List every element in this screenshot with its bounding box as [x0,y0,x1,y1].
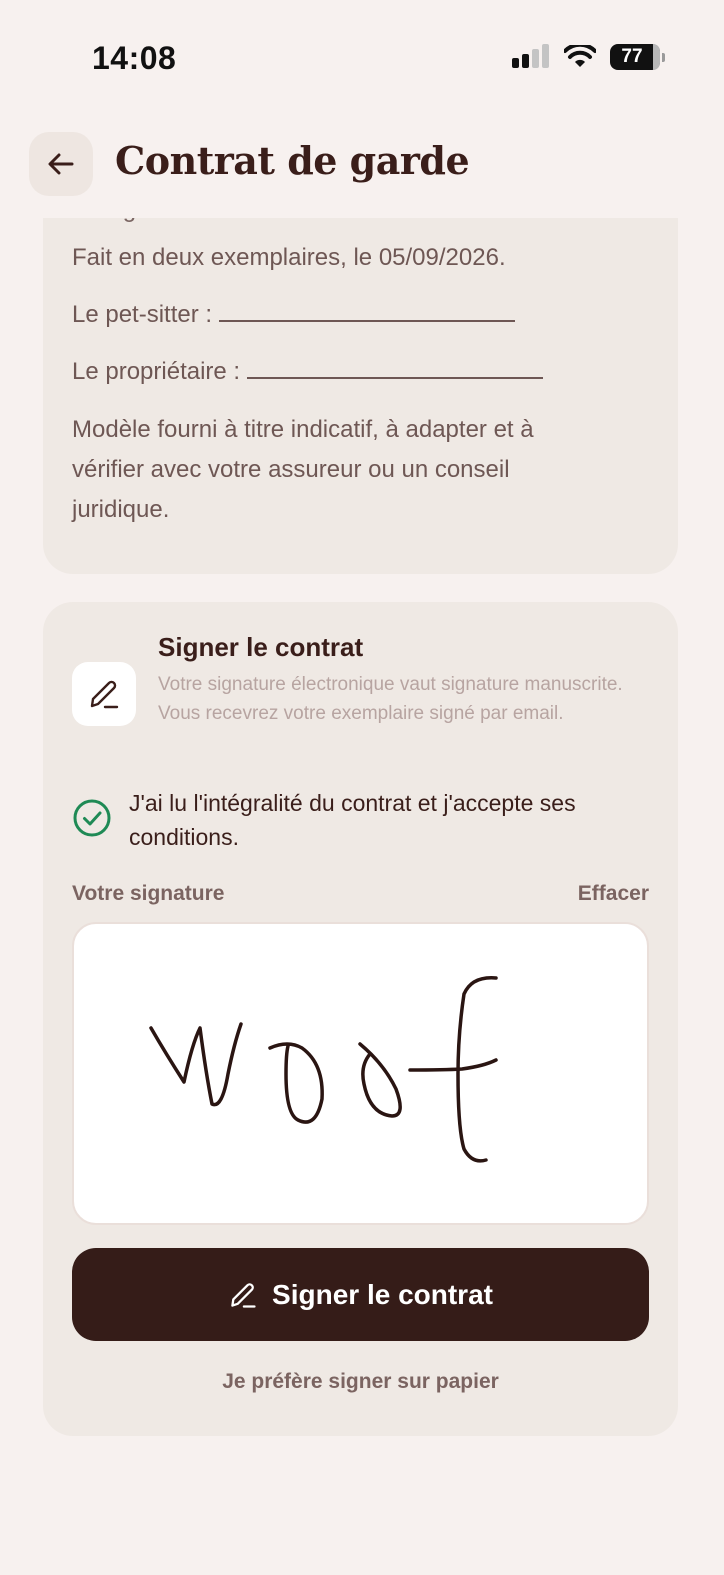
owner-label: Le propriétaire : [72,358,241,385]
status-icons: 77 [512,44,665,70]
sitter-label: Le pet-sitter : [72,301,213,328]
sign-title: Signer le contrat [158,632,364,662]
battery-icon: 77 [610,44,665,70]
owner-signature-line: Le propriétaire : [72,352,543,392]
pen-icon-box [72,662,136,726]
pen-icon [231,1282,256,1308]
sign-description: Votre signature électronique vaut signat… [158,674,623,724]
signature-drawing [149,976,498,1163]
owner-blank-line [246,353,543,379]
clear-signature-button[interactable]: Effacer [578,882,649,906]
status-time: 14:08 [92,40,177,76]
status-bar: 14:08 77 [0,0,724,118]
arrow-left-icon [48,153,74,175]
battery-level: 77 [621,46,643,67]
signature-pad[interactable] [72,922,649,1225]
cellular-signal-icon [512,44,550,70]
contract-made-in: Fait en deux exemplaires, le 05/09/2026. [72,244,506,271]
sitter-signature-line: Le pet-sitter : [72,295,515,335]
check-circle-icon[interactable] [72,798,112,838]
accept-terms-label[interactable]: J'ai lu l'intégralité du contrat et j'ac… [129,786,649,854]
signature-label: Votre signature [72,882,225,905]
pen-icon [90,680,119,709]
contract-card: Le signataire Fait en deux exemplaires, … [43,160,678,574]
sign-card: Signer le contrat Votre signature électr… [43,602,678,1436]
wifi-icon [564,45,596,69]
back-button[interactable] [29,132,93,196]
header: Contrat de garde [0,118,724,218]
page-title: Contrat de garde [115,138,470,183]
sign-contract-button-label: Signer le contrat [272,1278,493,1310]
contract-disclaimer: Modèle fourni à titre indicatif, à adapt… [72,416,534,523]
sitter-blank-line [218,296,515,322]
sign-on-paper-link[interactable]: Je préfère signer sur papier [43,1370,678,1394]
sign-contract-button[interactable]: Signer le contrat [72,1248,649,1341]
